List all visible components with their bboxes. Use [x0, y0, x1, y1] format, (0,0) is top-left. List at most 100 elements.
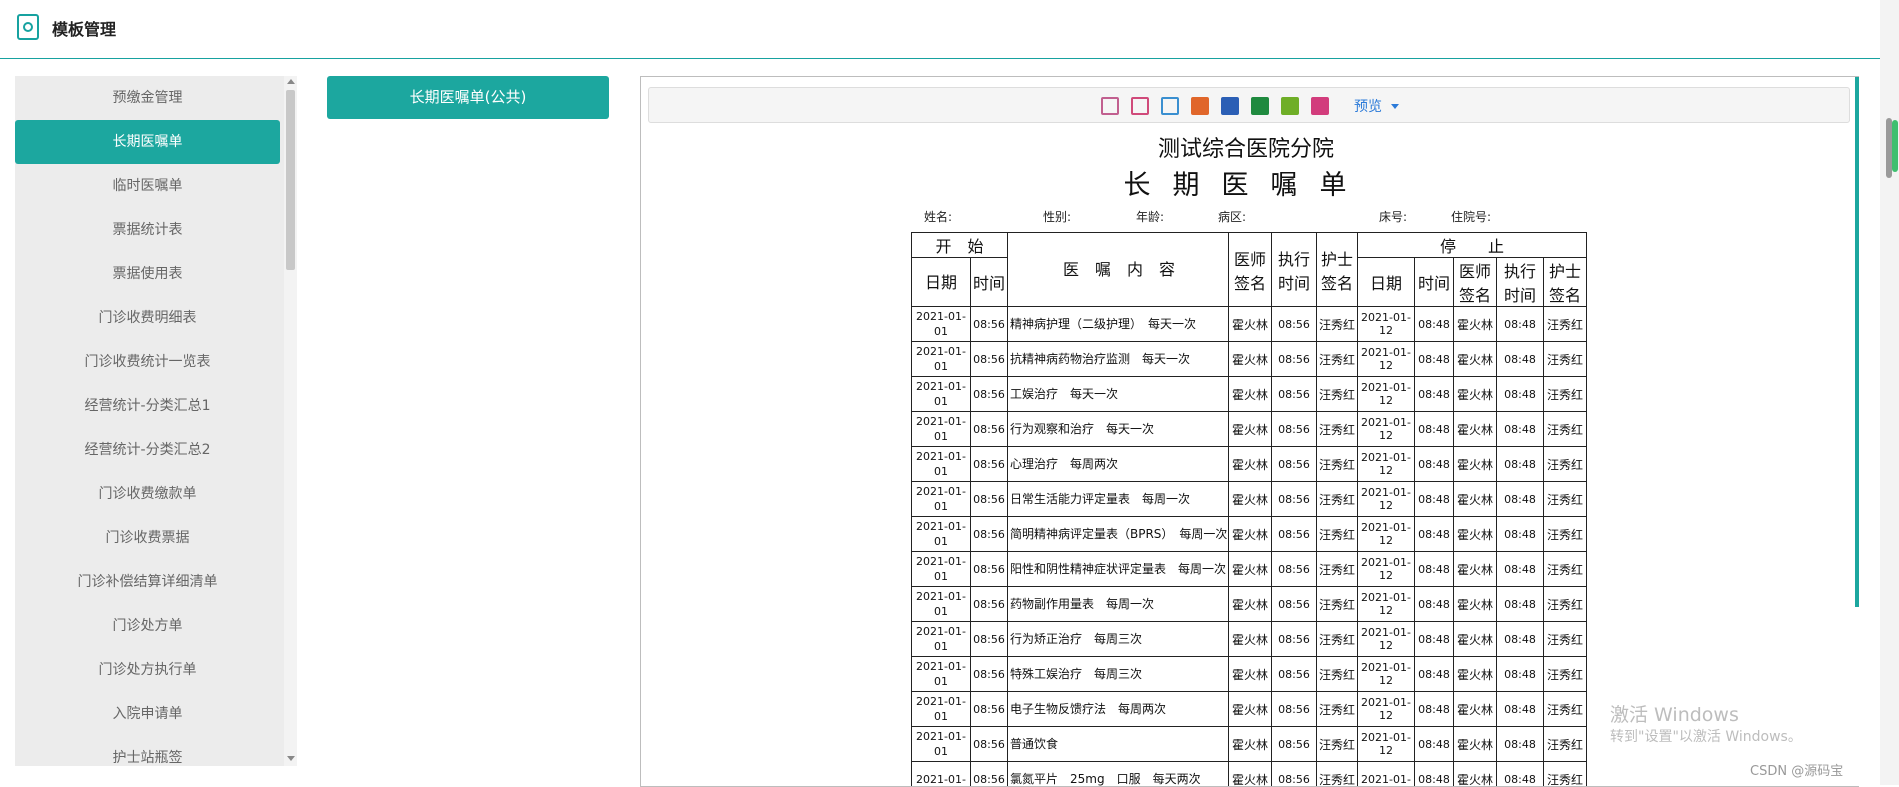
order-stop-nurse-sig: 汪秀红	[1544, 482, 1587, 517]
order-stop-doctor-sig: 霍火林	[1454, 447, 1497, 482]
report-preview-panel: 预览 测试综合医院分院 长期医嘱单 姓名: 性别: 年龄: 病区: 床号: 住院…	[640, 76, 1859, 787]
order-exec-time: 08:56	[1272, 587, 1317, 622]
sidebar-item[interactable]: 入院申请单	[15, 692, 280, 736]
header-stop-doctor-sig: 医师签名	[1454, 258, 1497, 307]
order-content: 行为观察和治疗 每天一次	[1008, 412, 1229, 447]
order-stop-nurse-sig: 汪秀红	[1544, 692, 1587, 727]
print-icon[interactable]	[1131, 97, 1149, 115]
order-stop-time: 08:48	[1415, 587, 1454, 622]
order-doctor-sig: 霍火林	[1229, 552, 1272, 587]
table-row: 2021-01-0108:56精神病护理（二级护理） 每天一次霍火林08:56汪…	[912, 307, 1587, 342]
order-stop-doctor-sig: 霍火林	[1454, 482, 1497, 517]
sidebar-scrollbar[interactable]	[284, 76, 297, 766]
sidebar-item[interactable]: 票据使用表	[15, 252, 280, 296]
order-nurse-sig: 汪秀红	[1317, 412, 1358, 447]
header-stop: 停 止	[1358, 233, 1587, 258]
order-stop-time: 08:48	[1415, 377, 1454, 412]
order-stop-exec-time: 08:48	[1497, 377, 1544, 412]
sidebar-item[interactable]: 门诊收费统计一览表	[15, 340, 280, 384]
scroll-down-icon[interactable]	[287, 756, 295, 761]
sidebar-item[interactable]: 长期医嘱单	[15, 120, 280, 164]
sidebar-item[interactable]: 门诊收费明细表	[15, 296, 280, 340]
header-exec-time: 执行时间	[1272, 233, 1317, 307]
header-stop-exec-time: 执行时间	[1497, 258, 1544, 307]
order-stop-doctor-sig: 霍火林	[1454, 377, 1497, 412]
order-exec-time: 08:56	[1272, 517, 1317, 552]
order-stop-exec-time: 08:48	[1497, 692, 1544, 727]
order-content: 简明精神病评定量表（BPRS） 每周一次	[1008, 517, 1229, 552]
order-stop-exec-time: 08:48	[1497, 622, 1544, 657]
order-start-date: 2021-01-01	[912, 307, 971, 342]
order-start-time: 08:56	[971, 377, 1008, 412]
order-exec-time: 08:56	[1272, 447, 1317, 482]
sidebar-item[interactable]: 护士站瓶签	[15, 736, 280, 766]
order-stop-exec-time: 08:48	[1497, 762, 1544, 787]
order-stop-doctor-sig: 霍火林	[1454, 762, 1497, 787]
word-icon[interactable]	[1221, 97, 1239, 115]
order-exec-time: 08:56	[1272, 412, 1317, 447]
order-stop-time: 08:48	[1415, 552, 1454, 587]
sidebar-item[interactable]: 临时医嘱单	[15, 164, 280, 208]
order-exec-time: 08:56	[1272, 342, 1317, 377]
order-stop-nurse-sig: 汪秀红	[1544, 307, 1587, 342]
order-doctor-sig: 霍火林	[1229, 727, 1272, 762]
quick-print-icon[interactable]	[1161, 97, 1179, 115]
report-toolbar: 预览	[648, 87, 1850, 123]
csdn-watermark: CSDN @源码宝	[1750, 760, 1843, 779]
template-public-button[interactable]: 长期医嘱单(公共)	[327, 76, 609, 119]
order-content: 阳性和阴性精神症状评定量表 每周一次	[1008, 552, 1229, 587]
header-doctor-sig: 医师签名	[1229, 233, 1272, 307]
table-row: 2021-01-0108:56抗精神病药物治疗监测 每天一次霍火林08:56汪秀…	[912, 342, 1587, 377]
order-doctor-sig: 霍火林	[1229, 377, 1272, 412]
sidebar-item[interactable]: 门诊收费票据	[15, 516, 280, 560]
order-content: 电子生物反馈疗法 每周两次	[1008, 692, 1229, 727]
sidebar-item[interactable]: 经营统计-分类汇总2	[15, 428, 280, 472]
excel-icon[interactable]	[1251, 97, 1269, 115]
order-stop-date: 2021-01-	[1358, 762, 1415, 787]
order-doctor-sig: 霍火林	[1229, 622, 1272, 657]
order-stop-doctor-sig: 霍火林	[1454, 552, 1497, 587]
windows-activation-hint: 转到"设置"以激活 Windows。	[1610, 726, 1802, 746]
order-stop-date: 2021-01-12	[1358, 517, 1415, 552]
order-start-time: 08:56	[971, 587, 1008, 622]
order-start-date: 2021-01-01	[912, 622, 971, 657]
order-start-time: 08:56	[971, 342, 1008, 377]
excel-green-icon[interactable]	[1281, 97, 1299, 115]
sidebar-item[interactable]: 经营统计-分类汇总1	[15, 384, 280, 428]
order-start-time: 08:56	[971, 307, 1008, 342]
chevron-down-icon[interactable]	[1391, 104, 1399, 109]
sidebar-item[interactable]: 票据统计表	[15, 208, 280, 252]
pdf-icon[interactable]	[1191, 97, 1209, 115]
scroll-thumb[interactable]	[286, 90, 295, 270]
sidebar-item[interactable]: 门诊收费缴款单	[15, 472, 280, 516]
sidebar-item[interactable]: 预缴金管理	[15, 76, 280, 120]
header-start: 开 始	[912, 233, 1008, 258]
order-stop-time: 08:48	[1415, 517, 1454, 552]
order-stop-exec-time: 08:48	[1497, 587, 1544, 622]
app-logo-icon	[17, 14, 39, 40]
order-stop-doctor-sig: 霍火林	[1454, 692, 1497, 727]
page-scrollbar[interactable]	[1880, 0, 1899, 785]
order-stop-nurse-sig: 汪秀红	[1544, 342, 1587, 377]
preview-scrollbar[interactable]	[1855, 77, 1859, 607]
order-start-date: 2021-01-01	[912, 692, 971, 727]
excel-pink-icon[interactable]	[1311, 97, 1329, 115]
patient-ward-label: 病区:	[1218, 208, 1246, 225]
sidebar-item[interactable]: 门诊补偿结算详细清单	[15, 560, 280, 604]
table-row: 2021-01-0108:56电子生物反馈疗法 每周两次霍火林08:56汪秀红2…	[912, 692, 1587, 727]
order-stop-time: 08:48	[1415, 447, 1454, 482]
print-preview-icon[interactable]	[1101, 97, 1119, 115]
sidebar-item[interactable]: 门诊处方单	[15, 604, 280, 648]
header-stop-nurse-sig: 护士签名	[1544, 258, 1587, 307]
scroll-up-icon[interactable]	[287, 79, 295, 84]
sidebar-item[interactable]: 门诊处方执行单	[15, 648, 280, 692]
table-row: 2021-01-0108:56日常生活能力评定量表 每周一次霍火林08:56汪秀…	[912, 482, 1587, 517]
order-exec-time: 08:56	[1272, 622, 1317, 657]
order-start-date: 2021-01-01	[912, 727, 971, 762]
order-stop-date: 2021-01-12	[1358, 447, 1415, 482]
order-stop-nurse-sig: 汪秀红	[1544, 587, 1587, 622]
preview-dropdown[interactable]: 预览	[1354, 96, 1382, 116]
order-start-time: 08:56	[971, 447, 1008, 482]
order-nurse-sig: 汪秀红	[1317, 762, 1358, 787]
order-stop-time: 08:48	[1415, 307, 1454, 342]
